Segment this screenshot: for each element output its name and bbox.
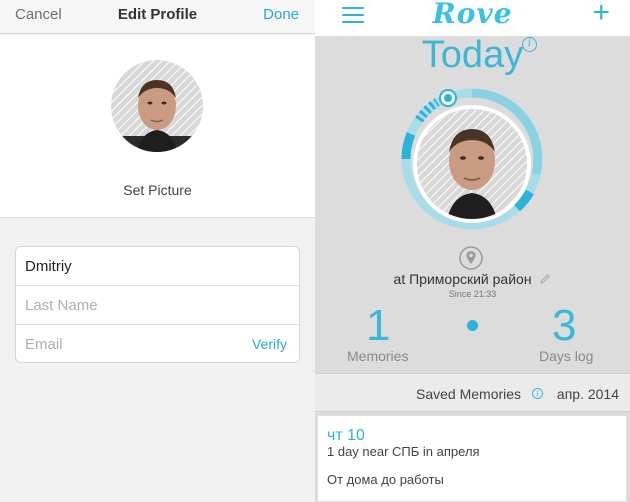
profile-picture-section: Set Picture bbox=[0, 35, 315, 218]
info-icon[interactable]: i bbox=[522, 37, 537, 52]
rove-screen: Rove + Today i at Приморский район Since… bbox=[315, 0, 630, 502]
edit-profile-screen: Cancel Edit Profile Done Set Picture Dmi… bbox=[0, 0, 315, 502]
done-button[interactable]: Done bbox=[263, 6, 299, 23]
today-title: Today bbox=[421, 34, 524, 76]
profile-avatar[interactable] bbox=[111, 60, 203, 152]
rove-nav-bar: Rove + bbox=[315, 0, 630, 36]
email-row: Verify bbox=[16, 325, 299, 364]
pencil-icon[interactable] bbox=[539, 273, 551, 285]
since-time: Since 21:33 bbox=[448, 289, 497, 299]
memory-summary: 1 day near СПБ in апреля bbox=[327, 444, 480, 459]
timeline-dot bbox=[467, 320, 478, 331]
memory-card[interactable]: чт 10 1 day near СПБ in апреля От дома д… bbox=[317, 415, 627, 502]
days-log-label: Days log bbox=[539, 348, 594, 364]
saved-memories-header: Saved Memories i апр. 2014 bbox=[315, 373, 630, 412]
user-avatar[interactable] bbox=[413, 105, 531, 223]
saved-memories-month[interactable]: апр. 2014 bbox=[557, 386, 619, 402]
last-name-field[interactable] bbox=[25, 295, 245, 315]
edit-profile-nav-bar: Cancel Edit Profile Done bbox=[0, 0, 315, 34]
memories-label: Memories bbox=[347, 348, 409, 364]
verify-button[interactable]: Verify bbox=[252, 336, 287, 352]
saved-info-icon[interactable]: i bbox=[532, 388, 543, 399]
first-name-field[interactable] bbox=[25, 256, 245, 276]
saved-memories-label: Saved Memories bbox=[416, 386, 522, 402]
set-picture-button[interactable]: Set Picture bbox=[0, 182, 315, 198]
location-pin-icon bbox=[459, 246, 483, 270]
email-field[interactable] bbox=[25, 334, 245, 354]
rove-logo: Rove bbox=[432, 0, 513, 30]
first-name-row bbox=[16, 247, 299, 286]
plus-icon[interactable]: + bbox=[592, 0, 610, 30]
last-name-row bbox=[16, 286, 299, 325]
days-log-count: 3 bbox=[552, 301, 577, 350]
profile-form: Verify bbox=[15, 246, 300, 363]
memory-day: чт 10 bbox=[327, 427, 365, 444]
location-text: at Приморский район bbox=[393, 271, 532, 287]
memories-count: 1 bbox=[366, 301, 391, 350]
location-row: at Приморский район bbox=[315, 271, 630, 287]
memory-route: От дома до работы bbox=[327, 472, 444, 487]
